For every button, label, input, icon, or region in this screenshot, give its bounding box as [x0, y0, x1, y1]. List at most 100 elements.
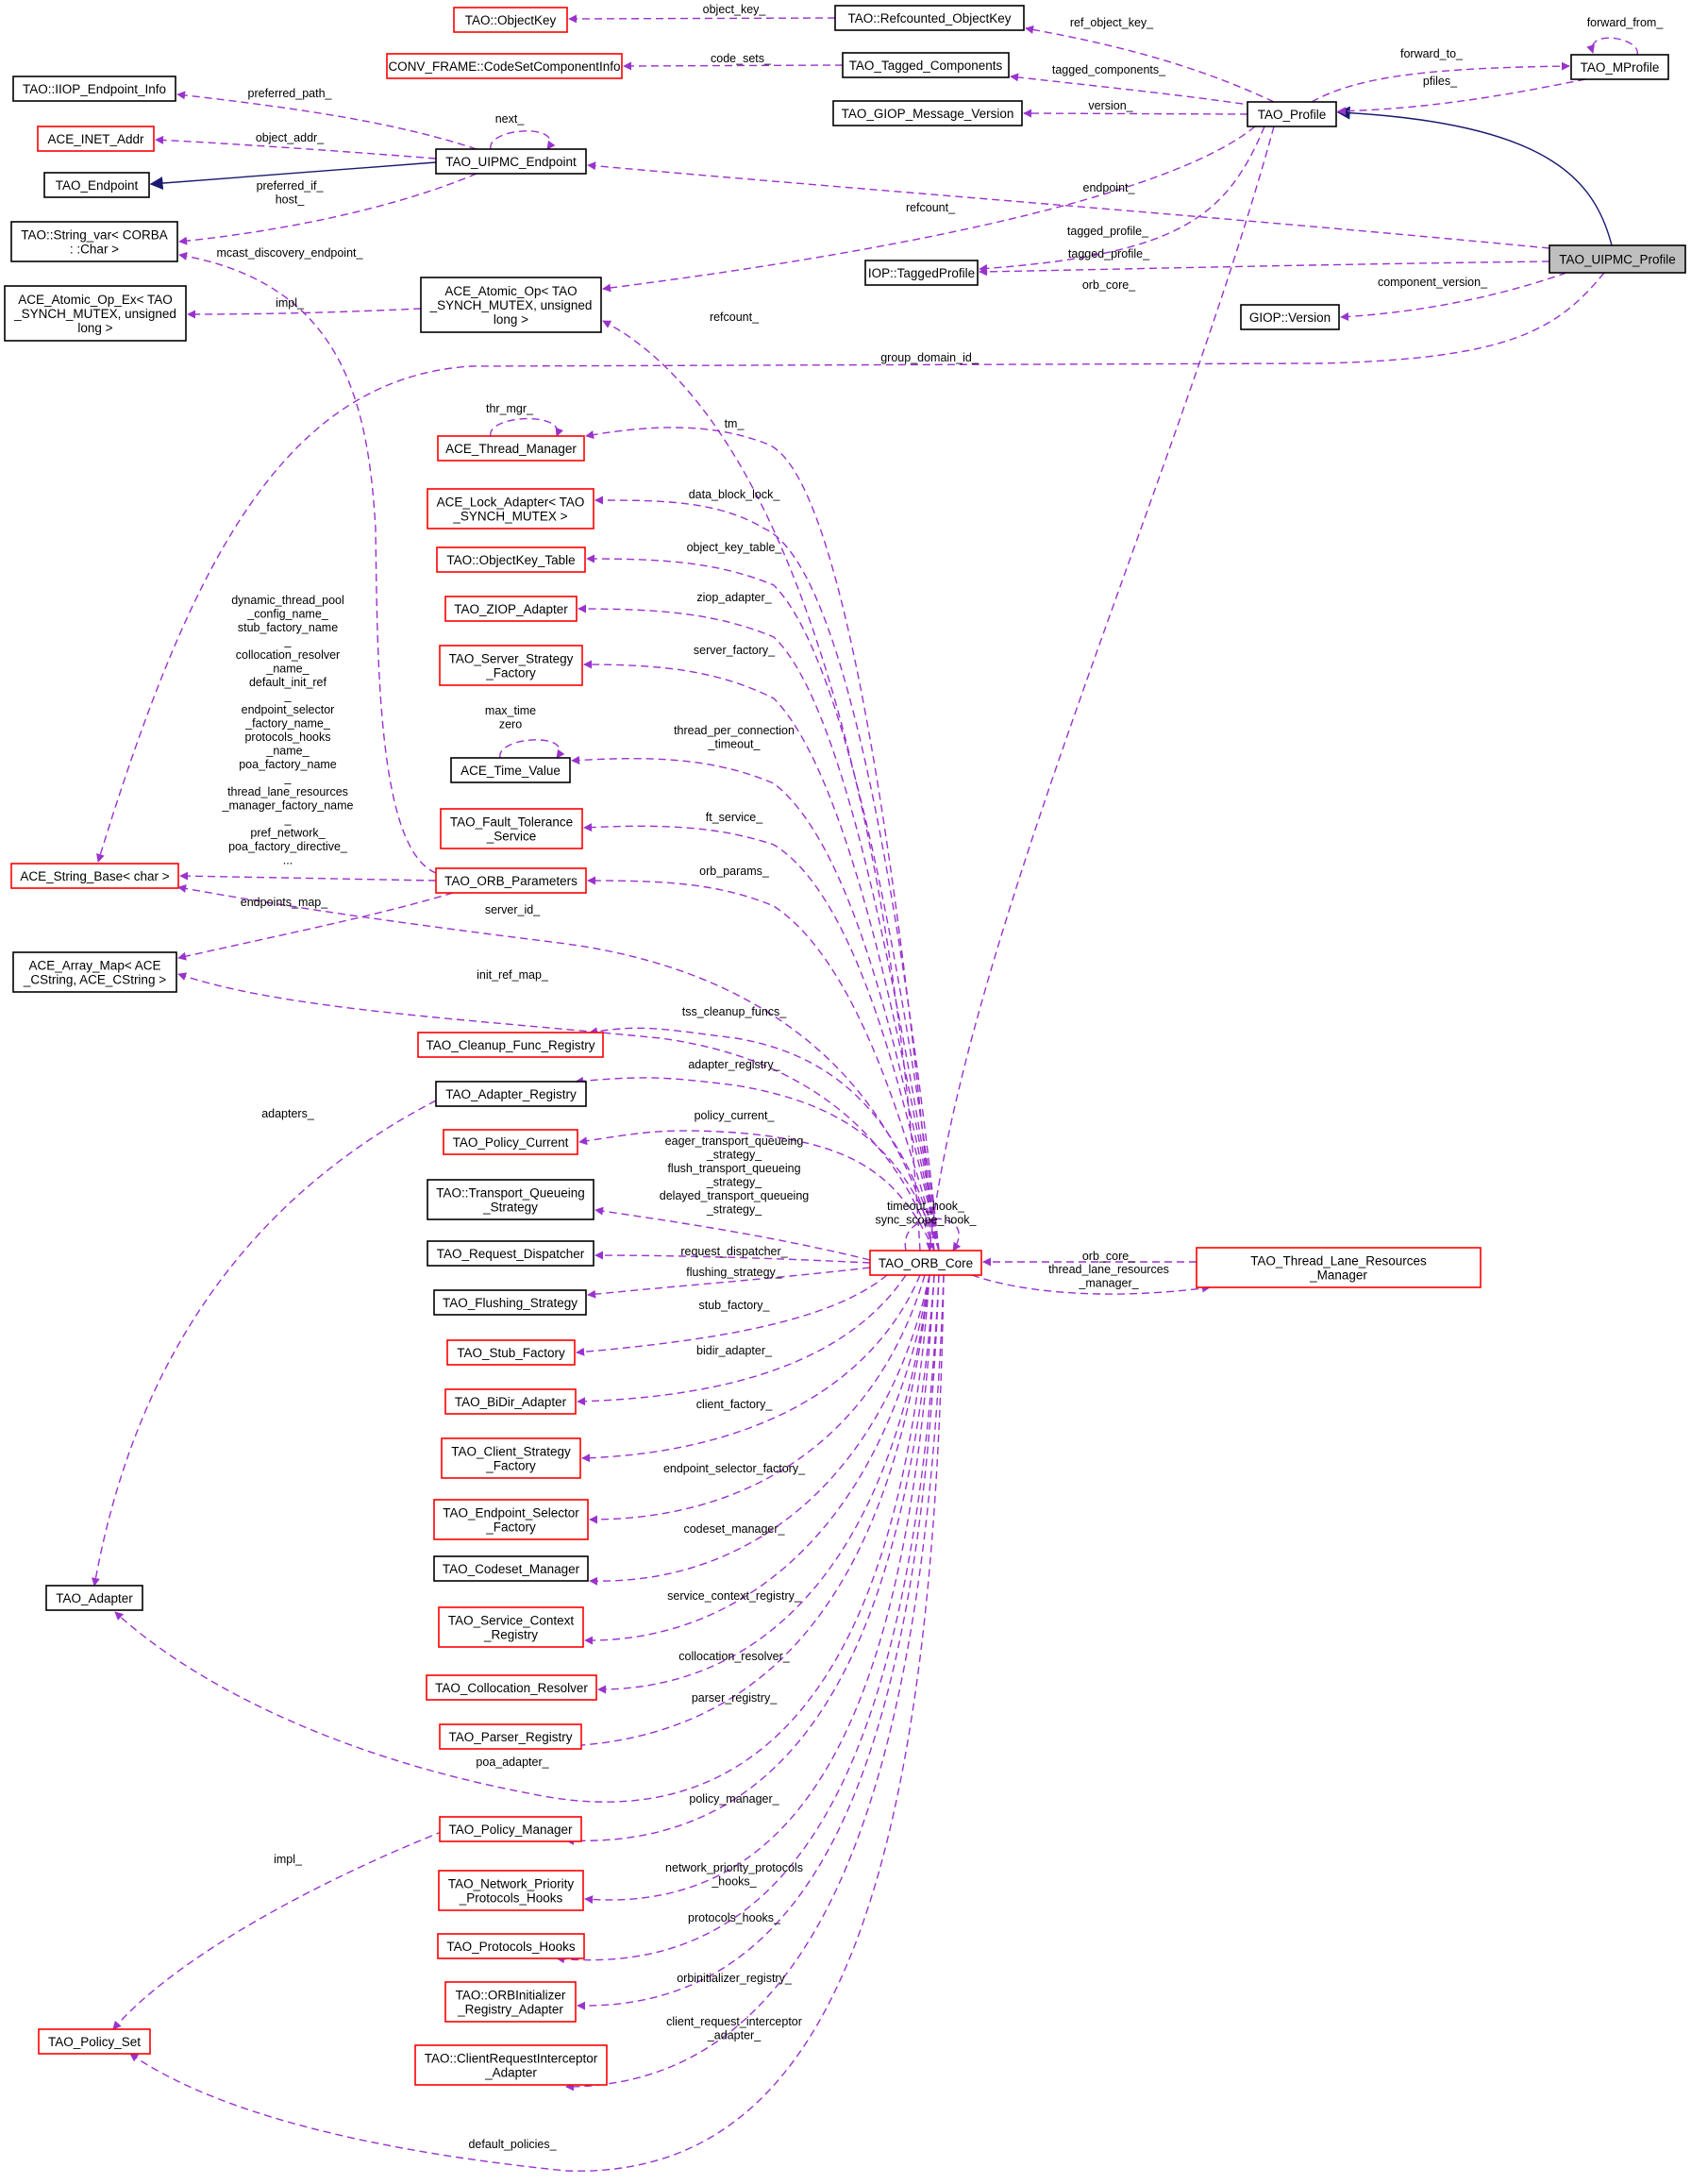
edge-label-line: refcount_ — [710, 311, 760, 324]
class-node-lock-adapter[interactable]: ACE_Lock_Adapter< TAO _SYNCH_MUTEX > — [427, 488, 594, 529]
class-node-cleanup-func-registry[interactable]: TAO_Cleanup_Func_Registry — [417, 1032, 604, 1058]
edge-label-orb_core-to-string_base: server_id_ — [485, 903, 541, 916]
edge-label-line: adapter_registry_ — [688, 1058, 780, 1071]
edge-label-orb_core-to-cleanup_func_registry: tss_cleanup_funcs_ — [682, 1005, 788, 1018]
class-node-orb-core[interactable]: TAO_ORB_Core — [869, 1250, 982, 1276]
class-name-line: TAO::String_var< CORBA — [21, 228, 167, 243]
class-node-client-request-interceptor-adapter[interactable]: TAO::ClientRequestInterceptor _Adapter — [414, 2044, 608, 2086]
class-node-tao-endpoint[interactable]: TAO_Endpoint — [43, 172, 150, 198]
class-node-orbinitializer-registry-adapter[interactable]: TAO::ORBInitializer _Registry_Adapter — [444, 1981, 577, 2023]
class-node-ziop-adapter[interactable]: TAO_ZIOP_Adapter — [444, 596, 578, 622]
edge-label-line: group_domain_id_ — [880, 351, 979, 364]
class-node-refcounted-objectkey[interactable]: TAO::Refcounted_ObjectKey — [834, 5, 1025, 31]
usage-edge-profile-to-giop_message_version — [1023, 109, 1248, 118]
class-node-array-map[interactable]: ACE_Array_Map< ACE _CString, ACE_CString … — [12, 951, 177, 993]
class-node-time-value[interactable]: ACE_Time_Value — [450, 757, 571, 783]
class-node-adapter-registry[interactable]: TAO_Adapter_Registry — [435, 1081, 587, 1107]
edge-label-profile-to-iop_tagged_profile: tagged_profile_ — [1067, 225, 1149, 238]
edge-label-line: request_dispatcher_ — [680, 1245, 788, 1258]
usage-edge-orb_core-to-policy_manager — [565, 1274, 935, 1845]
class-name-line: TAO_Adapter — [56, 1591, 133, 1605]
class-node-orb-parameters[interactable]: TAO_ORB_Parameters — [435, 867, 587, 894]
class-name: TAO_Adapter — [56, 1591, 133, 1605]
class-node-fault-tolerance-service[interactable]: TAO_Fault_Tolerance _Service — [440, 808, 583, 849]
class-node-bidir-adapter[interactable]: TAO_BiDir_Adapter — [444, 1388, 577, 1415]
class-name: ACE_Time_Value — [460, 764, 561, 778]
class-node-thread-manager[interactable]: ACE_Thread_Manager — [437, 435, 585, 462]
edge-label-line: preferred_if_ — [257, 179, 325, 193]
class-node-codeset-component-info[interactable]: CONV_FRAME::CodeSetComponentInfo — [386, 53, 623, 79]
class-node-atomic-op[interactable]: ACE_Atomic_Op< TAO _SYNCH_MUTEX, unsigned… — [420, 277, 602, 333]
edge-label-line: eager_transport_queueing — [665, 1134, 804, 1148]
class-node-string-base[interactable]: ACE_String_Base< char > — [10, 863, 179, 889]
class-name-line: _SYNCH_MUTEX > — [452, 510, 567, 524]
edge-label-line: protocols_hooks — [244, 731, 330, 744]
class-node-stub-factory[interactable]: TAO_Stub_Factory — [446, 1339, 576, 1366]
usage-edge-refcounted_objectkey-to-objectkey — [568, 14, 836, 24]
edge-label-line: code_sets_ — [711, 52, 772, 65]
class-node-policy-manager[interactable]: TAO_Policy_Manager — [439, 1816, 582, 1842]
edge-label-line: orb_params_ — [699, 865, 770, 878]
class-node-service-context-registry[interactable]: TAO_Service_Context _Registry — [438, 1606, 584, 1648]
class-node-transport-queueing-strategy[interactable]: TAO::Transport_Queueing _Strategy — [427, 1179, 594, 1220]
class-node-tao-adapter[interactable]: TAO_Adapter — [45, 1585, 143, 1611]
class-node-string-var[interactable]: TAO::String_var< CORBA: :Char > — [10, 221, 178, 262]
class-node-giop-message-version[interactable]: TAO_GIOP_Message_Version — [832, 100, 1023, 126]
class-node-flushing-strategy[interactable]: TAO_Flushing_Strategy — [433, 1289, 587, 1316]
class-name-line: TAO_Policy_Current — [453, 1135, 569, 1150]
class-node-codeset-manager[interactable]: TAO_Codeset_Manager — [433, 1555, 589, 1582]
class-node-server-strategy-factory[interactable]: TAO_Server_Strategy _Factory — [439, 645, 583, 686]
class-name-line: TAO_ORB_Core — [879, 1256, 973, 1270]
edge-label-uipmc_endpoint-to-string_var: preferred_if_ host_ — [257, 179, 325, 207]
edge-label-line: impl_ — [276, 296, 305, 310]
edge-label-orb_core-to-orb_parameters: orb_params_ — [699, 865, 770, 878]
edge-label-line: orb_core_ — [1082, 278, 1136, 292]
edge-label-line: thread_per_connection — [674, 724, 795, 737]
class-node-tagged-components[interactable]: TAO_Tagged_Components — [842, 52, 1010, 78]
class-name: TAO_Request_Dispatcher — [437, 1247, 585, 1261]
class-node-objectkey[interactable]: TAO::ObjectKey — [453, 7, 568, 33]
class-node-objectkey-table[interactable]: TAO::ObjectKey_Table — [436, 546, 586, 573]
edge-label-adapter_registry-to-tao_adapter: adapters_ — [261, 1107, 315, 1120]
edge-label-uipmc_profile-to-giop_version: component_version_ — [1378, 276, 1488, 289]
edge-label-line: tagged_profile_ — [1068, 247, 1150, 260]
class-node-request-dispatcher[interactable]: TAO_Request_Dispatcher — [427, 1240, 594, 1267]
class-node-iop-tagged-profile[interactable]: IOP::TaggedProfile — [864, 260, 979, 286]
class-node-atomic-op-ex[interactable]: ACE_Atomic_Op_Ex< TAO _SYNCH_MUTEX, unsig… — [4, 285, 187, 342]
class-node-uipmc-endpoint[interactable]: TAO_UIPMC_Endpoint — [435, 148, 587, 175]
edge-label-orb_parameters-to-string_base: dynamic_thread_pool _config_name_ stub_fac… — [222, 594, 354, 867]
class-name-line: _Factory — [485, 666, 536, 680]
class-node-profile[interactable]: TAO_Profile — [1247, 101, 1337, 127]
class-node-collocation-resolver[interactable]: TAO_Collocation_Resolver — [426, 1674, 597, 1701]
edge-label-profile-to-tagged_components: tagged_components_ — [1052, 63, 1166, 76]
class-node-parser-registry[interactable]: TAO_Parser_Registry — [439, 1723, 582, 1750]
edge-label-orb_core-to-thread_manager: tm_ — [725, 417, 745, 430]
class-node-protocols-hooks[interactable]: TAO_Protocols_Hooks — [437, 1933, 585, 1959]
class-name-line: _Service — [486, 830, 537, 844]
edge-label-orb_core-to-client_request_interceptor_adapter: client_request_interceptor _adapter_ — [666, 2015, 802, 2042]
edge-label-line: delayed_transport_queueing — [660, 1189, 810, 1202]
class-name-line: TAO::ObjectKey — [465, 13, 557, 27]
class-node-client-strategy-factory[interactable]: TAO_Client_Strategy _Factory — [441, 1437, 581, 1479]
class-node-thread-lane-resources-manager[interactable]: TAO_Thread_Lane_Resources _Manager — [1196, 1247, 1482, 1288]
class-node-iiop-endpoint-info[interactable]: TAO::IIOP_Endpoint_Info — [12, 76, 176, 102]
class-name: TAO_Policy_Set — [48, 2035, 141, 2049]
class-node-giop-version[interactable]: GIOP::Version — [1240, 304, 1340, 330]
class-node-network-priority-protocols-hooks[interactable]: TAO_Network_Priority _Protocols_Hooks — [438, 1870, 584, 1911]
edge-label-uipmc_profile-to-iop_tagged_profile: tagged_profile_ — [1068, 247, 1150, 260]
edge-label-line: stub_factory_ — [698, 1299, 770, 1312]
edge-label-orb_core-to-thread_lane_resources_manager: thread_lane_resources _manager_ — [1048, 1263, 1169, 1290]
class-node-policy-set[interactable]: TAO_Policy_Set — [38, 2028, 151, 2055]
edge-label-line: _config_name_ — [246, 608, 329, 621]
edge-label-line: orb_core_ — [1082, 1250, 1136, 1263]
edge-label-line: max_time — [485, 704, 536, 717]
edge-label-line: _name_ — [265, 663, 310, 676]
class-name-line: ACE_Atomic_Op_Ex< TAO — [18, 293, 172, 307]
class-node-mprofile[interactable]: TAO_MProfile — [1570, 54, 1669, 80]
edge-label-orb_core-to-codeset_manager: codeset_manager_ — [683, 1522, 785, 1536]
class-node-policy-current[interactable]: TAO_Policy_Current — [443, 1129, 578, 1155]
edge-label-uipmc_endpoint-to-uipmc_endpoint: next_ — [495, 112, 526, 126]
class-node-endpoint-selector-factory[interactable]: TAO_Endpoint_Selector _Factory — [433, 1499, 589, 1540]
edge-label-orb_core-to-policy_current: policy_current_ — [695, 1109, 776, 1122]
class-node-ace-inet-addr[interactable]: ACE_INET_Addr — [37, 126, 155, 152]
